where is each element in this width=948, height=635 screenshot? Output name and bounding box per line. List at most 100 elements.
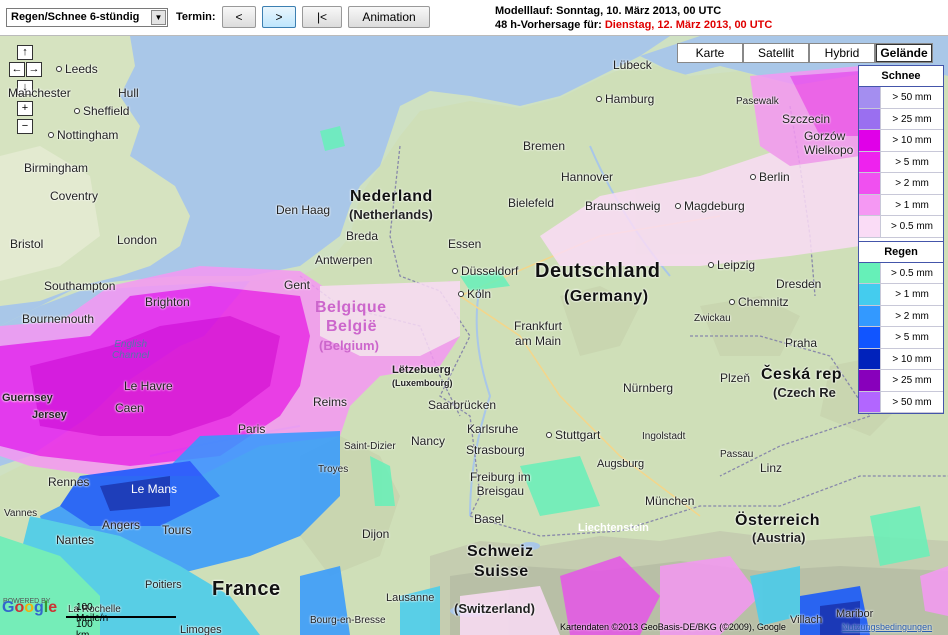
city-muenchen: München <box>645 494 695 508</box>
city-hamburg: Hamburg <box>596 92 654 106</box>
rain-legend-swatch <box>859 370 881 391</box>
city-gent: Gent <box>284 278 311 292</box>
city-troyes: Troyes <box>318 464 349 475</box>
city-koeln: Köln <box>458 287 491 301</box>
snow-legend-label: > 2 mm <box>895 178 929 189</box>
city-london: London <box>117 233 158 247</box>
pan-right-button[interactable]: → <box>26 62 42 77</box>
map-canvas[interactable]: ↑ ← → ↓ + − Leeds Manchester Hull Sheffi… <box>0 36 948 635</box>
snow-legend-swatch <box>859 87 881 108</box>
snow-legend-swatch <box>859 194 881 215</box>
rain-legend-label: > 25 mm <box>892 375 932 386</box>
rain-legend-label: > 50 mm <box>892 396 932 408</box>
country-france: France <box>212 578 281 600</box>
snow-legend-swatch <box>859 108 881 129</box>
city-luebeck: Lübeck <box>613 58 652 72</box>
city-dot-icon <box>675 203 681 209</box>
animation-button[interactable]: Animation <box>348 6 430 28</box>
city-luxembourg: (Luxembourg) <box>392 378 453 388</box>
city-rennes: Rennes <box>48 475 90 489</box>
first-time-button[interactable]: |< <box>302 6 342 28</box>
city-dot-icon <box>546 432 552 438</box>
rain-legend-row: > 2 mm <box>859 305 943 327</box>
snow-legend-row: > 10 mm <box>859 130 943 152</box>
rain-legend-row: > 1 mm <box>859 284 943 306</box>
google-logo[interactable]: Google <box>2 599 57 617</box>
rain-legend-label: > 0.5 mm <box>891 267 933 279</box>
pan-up-button[interactable]: ↑ <box>17 45 33 60</box>
scale-line <box>66 616 176 618</box>
map-type-satellit[interactable]: Satellit <box>743 43 809 63</box>
snow-legend-row: > 5 mm <box>859 151 943 173</box>
next-time-button[interactable]: > <box>262 6 296 28</box>
island-jersey: Jersey <box>32 409 67 421</box>
map-type-gelnde[interactable]: Gelände <box>875 43 933 63</box>
snow-legend-row: > 1 mm <box>859 194 943 216</box>
city-hull: Hull <box>118 86 139 100</box>
rain-legend-row: > 0.5 mm <box>859 262 943 284</box>
snow-legend-row: > 0.5 mm <box>859 216 943 238</box>
city-augsburg: Augsburg <box>597 458 645 470</box>
country-belgique: Belgique <box>315 299 387 316</box>
city-chemnitz: Chemnitz <box>729 295 789 309</box>
forecast-time: Dienstag, 12. März 2013, 00 UTC <box>604 19 773 31</box>
city-le-havre: Le Havre <box>124 379 173 393</box>
city-hannover: Hannover <box>561 170 614 184</box>
island-guernsey: Guernsey <box>2 392 53 404</box>
legend-rain-title: Regen <box>859 241 943 263</box>
chevron-down-icon[interactable]: ▼ <box>151 10 166 25</box>
city-duesseldorf: Düsseldorf <box>452 264 518 278</box>
map-type-karte[interactable]: Karte <box>677 43 743 63</box>
snow-legend-label: > 25 mm <box>892 113 932 125</box>
terms-link[interactable]: Nutzungsbedingungen <box>842 622 932 632</box>
rain-legend-swatch <box>859 348 881 369</box>
country-belgie: België <box>326 318 378 335</box>
rain-legend-swatch <box>859 284 881 305</box>
rain-legend-label: > 5 mm <box>895 332 929 343</box>
rain-legend-swatch <box>859 262 881 283</box>
rain-legend-label: > 1 mm <box>895 289 929 300</box>
zoom-in-button[interactable]: + <box>17 101 33 116</box>
snow-legend-swatch <box>859 173 881 194</box>
city-karlsruhe: Karlsruhe <box>467 422 519 436</box>
rain-legend-row: > 50 mm <box>859 391 943 413</box>
country-austria: (Austria) <box>752 530 806 545</box>
previous-time-button[interactable]: < <box>222 6 256 28</box>
pan-left-button[interactable]: ← <box>9 62 25 77</box>
country-oesterreich: Österreich <box>735 512 821 529</box>
country-switzerland: (Switzerland) <box>454 601 535 616</box>
snow-legend-label: > 1 mm <box>895 199 929 211</box>
snow-legend-row: > 2 mm <box>859 173 943 195</box>
city-nuernberg: Nürnberg <box>623 381 674 395</box>
country-deutschland: Deutschland <box>535 260 661 282</box>
zoom-out-button[interactable]: − <box>17 119 33 134</box>
country-schweiz: Schweiz <box>467 543 534 560</box>
city-plzen: Plzeň <box>720 371 751 385</box>
toolbar: Regen/Schnee 6-stündig ▼ Termin: < > |< … <box>0 0 948 36</box>
city-passau: Passau <box>720 449 754 460</box>
city-dot-icon <box>596 96 602 102</box>
product-select[interactable]: Regen/Schnee 6-stündig ▼ <box>6 8 168 27</box>
city-den-haag: Den Haag <box>276 203 331 217</box>
city-sheffield: Sheffield <box>74 104 129 118</box>
city-bielefeld: Bielefeld <box>508 196 555 210</box>
city-brighton: Brighton <box>145 295 190 309</box>
city-angers: Angers <box>102 518 141 532</box>
snow-legend-label: > 50 mm <box>892 92 932 103</box>
city-praha: Praha <box>785 336 818 350</box>
city-berlin: Berlin <box>750 170 790 184</box>
city-coventry: Coventry <box>50 189 99 203</box>
country-ceska: Česká rep <box>761 366 842 383</box>
city-bourg: Bourg-en-Bresse <box>310 615 386 626</box>
map-type-hybrid[interactable]: Hybrid <box>809 43 875 63</box>
city-dijon: Dijon <box>362 527 390 541</box>
rain-legend-swatch <box>859 305 881 326</box>
city-ingolstadt: Ingolstadt <box>642 431 686 442</box>
rain-legend-row: > 10 mm <box>859 348 943 370</box>
city-linz: Linz <box>760 461 783 475</box>
city-gorzow: Gorzów Wielkopo <box>804 129 854 157</box>
city-dot-icon <box>708 262 714 268</box>
city-zwickau: Zwickau <box>694 313 731 324</box>
map-copyright: Kartendaten ©2013 GeoBasis-DE/BKG (©2009… <box>560 622 786 632</box>
legend-snow-rows: > 50 mm > 25 mm > 10 mm > 5 mm > 2 mm > 1 mm >… <box>859 87 943 238</box>
